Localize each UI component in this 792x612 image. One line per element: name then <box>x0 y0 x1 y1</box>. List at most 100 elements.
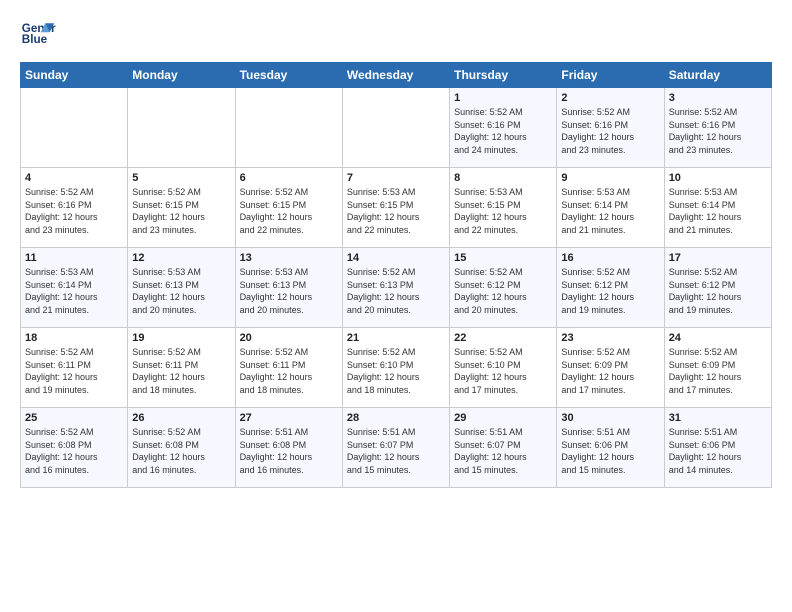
calendar-cell: 4 Sunrise: 5:52 AM Sunset: 6:16 PM Daylig… <box>21 168 128 248</box>
day-number: 19 <box>132 332 230 344</box>
day-number: 13 <box>240 252 338 264</box>
weekday-header-monday: Monday <box>128 63 235 88</box>
day-number: 12 <box>132 252 230 264</box>
day-number: 27 <box>240 412 338 424</box>
day-info: Sunrise: 5:52 AM Sunset: 6:12 PM Dayligh… <box>561 266 659 316</box>
day-info: Sunrise: 5:52 AM Sunset: 6:10 PM Dayligh… <box>347 346 445 396</box>
day-info: Sunrise: 5:53 AM Sunset: 6:15 PM Dayligh… <box>454 186 552 236</box>
day-info: Sunrise: 5:52 AM Sunset: 6:16 PM Dayligh… <box>25 186 123 236</box>
day-info: Sunrise: 5:52 AM Sunset: 6:13 PM Dayligh… <box>347 266 445 316</box>
day-number: 31 <box>669 412 767 424</box>
calendar-cell: 18 Sunrise: 5:52 AM Sunset: 6:11 PM Dayli… <box>21 328 128 408</box>
day-info: Sunrise: 5:52 AM Sunset: 6:11 PM Dayligh… <box>25 346 123 396</box>
calendar-cell: 3 Sunrise: 5:52 AM Sunset: 6:16 PM Daylig… <box>664 88 771 168</box>
calendar-cell: 2Sunrise: 5:52 AM Sunset: 6:16 PM Daylig… <box>557 88 664 168</box>
day-number: 8 <box>454 172 552 184</box>
calendar-cell <box>342 88 449 168</box>
day-info: Sunrise: 5:53 AM Sunset: 6:13 PM Dayligh… <box>240 266 338 316</box>
day-info: Sunrise: 5:53 AM Sunset: 6:14 PM Dayligh… <box>669 186 767 236</box>
day-number: 18 <box>25 332 123 344</box>
page: General Blue SundayMondayTuesdayWednesda… <box>0 0 792 612</box>
logo-icon: General Blue <box>20 16 56 52</box>
day-number: 2 <box>561 92 659 104</box>
day-number: 16 <box>561 252 659 264</box>
day-number: 5 <box>132 172 230 184</box>
day-info: Sunrise: 5:52 AM Sunset: 6:16 PM Dayligh… <box>454 106 552 156</box>
day-number: 30 <box>561 412 659 424</box>
calendar-cell: 31 Sunrise: 5:51 AM Sunset: 6:06 PM Dayli… <box>664 408 771 488</box>
calendar-cell: 14 Sunrise: 5:52 AM Sunset: 6:13 PM Dayli… <box>342 248 449 328</box>
calendar-cell: 24 Sunrise: 5:52 AM Sunset: 6:09 PM Dayli… <box>664 328 771 408</box>
day-number: 7 <box>347 172 445 184</box>
day-info: Sunrise: 5:52 AM Sunset: 6:16 PM Dayligh… <box>669 106 767 156</box>
day-info: Sunrise: 5:51 AM Sunset: 6:07 PM Dayligh… <box>454 426 552 476</box>
calendar-cell: 27 Sunrise: 5:51 AM Sunset: 6:08 PM Dayli… <box>235 408 342 488</box>
calendar-cell: 6 Sunrise: 5:52 AM Sunset: 6:15 PM Daylig… <box>235 168 342 248</box>
weekday-header-thursday: Thursday <box>450 63 557 88</box>
day-number: 24 <box>669 332 767 344</box>
day-number: 6 <box>240 172 338 184</box>
calendar-cell: 30 Sunrise: 5:51 AM Sunset: 6:06 PM Dayli… <box>557 408 664 488</box>
weekday-header-friday: Friday <box>557 63 664 88</box>
calendar-cell: 13 Sunrise: 5:53 AM Sunset: 6:13 PM Dayli… <box>235 248 342 328</box>
calendar-cell: 12 Sunrise: 5:53 AM Sunset: 6:13 PM Dayli… <box>128 248 235 328</box>
day-number: 9 <box>561 172 659 184</box>
day-number: 21 <box>347 332 445 344</box>
calendar-cell: 26Sunrise: 5:52 AM Sunset: 6:08 PM Dayli… <box>128 408 235 488</box>
calendar-cell: 11 Sunrise: 5:53 AM Sunset: 6:14 PM Dayli… <box>21 248 128 328</box>
day-info: Sunrise: 5:51 AM Sunset: 6:06 PM Dayligh… <box>561 426 659 476</box>
svg-text:Blue: Blue <box>22 33 48 46</box>
calendar-cell: 22 Sunrise: 5:52 AM Sunset: 6:10 PM Dayli… <box>450 328 557 408</box>
day-number: 11 <box>25 252 123 264</box>
day-number: 22 <box>454 332 552 344</box>
calendar-cell: 21 Sunrise: 5:52 AM Sunset: 6:10 PM Dayli… <box>342 328 449 408</box>
day-number: 25 <box>25 412 123 424</box>
calendar-cell: 28 Sunrise: 5:51 AM Sunset: 6:07 PM Dayli… <box>342 408 449 488</box>
calendar-cell: 7Sunrise: 5:53 AM Sunset: 6:15 PM Daylig… <box>342 168 449 248</box>
calendar-cell: 8 Sunrise: 5:53 AM Sunset: 6:15 PM Daylig… <box>450 168 557 248</box>
day-info: Sunrise: 5:51 AM Sunset: 6:08 PM Dayligh… <box>240 426 338 476</box>
calendar-cell: 19 Sunrise: 5:52 AM Sunset: 6:11 PM Dayli… <box>128 328 235 408</box>
day-number: 10 <box>669 172 767 184</box>
day-number: 15 <box>454 252 552 264</box>
calendar-table: SundayMondayTuesdayWednesdayThursdayFrid… <box>20 62 772 488</box>
day-info: Sunrise: 5:52 AM Sunset: 6:12 PM Dayligh… <box>669 266 767 316</box>
calendar-cell <box>128 88 235 168</box>
day-number: 1 <box>454 92 552 104</box>
day-info: Sunrise: 5:52 AM Sunset: 6:15 PM Dayligh… <box>240 186 338 236</box>
logo: General Blue <box>20 16 60 52</box>
calendar-cell: 10 Sunrise: 5:53 AM Sunset: 6:14 PM Dayli… <box>664 168 771 248</box>
day-info: Sunrise: 5:52 AM Sunset: 6:08 PM Dayligh… <box>25 426 123 476</box>
calendar-cell: 15 Sunrise: 5:52 AM Sunset: 6:12 PM Dayli… <box>450 248 557 328</box>
day-info: Sunrise: 5:52 AM Sunset: 6:09 PM Dayligh… <box>669 346 767 396</box>
day-info: Sunrise: 5:52 AM Sunset: 6:15 PM Dayligh… <box>132 186 230 236</box>
day-number: 4 <box>25 172 123 184</box>
calendar-cell: 1 Sunrise: 5:52 AM Sunset: 6:16 PM Daylig… <box>450 88 557 168</box>
calendar-cell: 5 Sunrise: 5:52 AM Sunset: 6:15 PM Daylig… <box>128 168 235 248</box>
day-info: Sunrise: 5:52 AM Sunset: 6:12 PM Dayligh… <box>454 266 552 316</box>
day-info: Sunrise: 5:53 AM Sunset: 6:14 PM Dayligh… <box>25 266 123 316</box>
day-number: 17 <box>669 252 767 264</box>
day-info: Sunrise: 5:52 AM Sunset: 6:08 PM Dayligh… <box>132 426 230 476</box>
day-info: Sunrise: 5:52 AM Sunset: 6:09 PM Dayligh… <box>561 346 659 396</box>
day-info: Sunrise: 5:51 AM Sunset: 6:06 PM Dayligh… <box>669 426 767 476</box>
day-info: Sunrise: 5:51 AM Sunset: 6:07 PM Dayligh… <box>347 426 445 476</box>
day-number: 28 <box>347 412 445 424</box>
weekday-header-wednesday: Wednesday <box>342 63 449 88</box>
day-number: 20 <box>240 332 338 344</box>
day-number: 3 <box>669 92 767 104</box>
day-number: 29 <box>454 412 552 424</box>
header: General Blue <box>20 16 772 52</box>
day-info: Sunrise: 5:52 AM Sunset: 6:10 PM Dayligh… <box>454 346 552 396</box>
day-info: Sunrise: 5:53 AM Sunset: 6:13 PM Dayligh… <box>132 266 230 316</box>
day-info: Sunrise: 5:52 AM Sunset: 6:11 PM Dayligh… <box>240 346 338 396</box>
day-info: Sunrise: 5:52 AM Sunset: 6:11 PM Dayligh… <box>132 346 230 396</box>
calendar-cell <box>21 88 128 168</box>
weekday-header-tuesday: Tuesday <box>235 63 342 88</box>
calendar-cell: 16 Sunrise: 5:52 AM Sunset: 6:12 PM Dayli… <box>557 248 664 328</box>
weekday-header-saturday: Saturday <box>664 63 771 88</box>
calendar-cell: 23Sunrise: 5:52 AM Sunset: 6:09 PM Dayli… <box>557 328 664 408</box>
weekday-header-sunday: Sunday <box>21 63 128 88</box>
day-number: 14 <box>347 252 445 264</box>
calendar-cell: 20 Sunrise: 5:52 AM Sunset: 6:11 PM Dayli… <box>235 328 342 408</box>
